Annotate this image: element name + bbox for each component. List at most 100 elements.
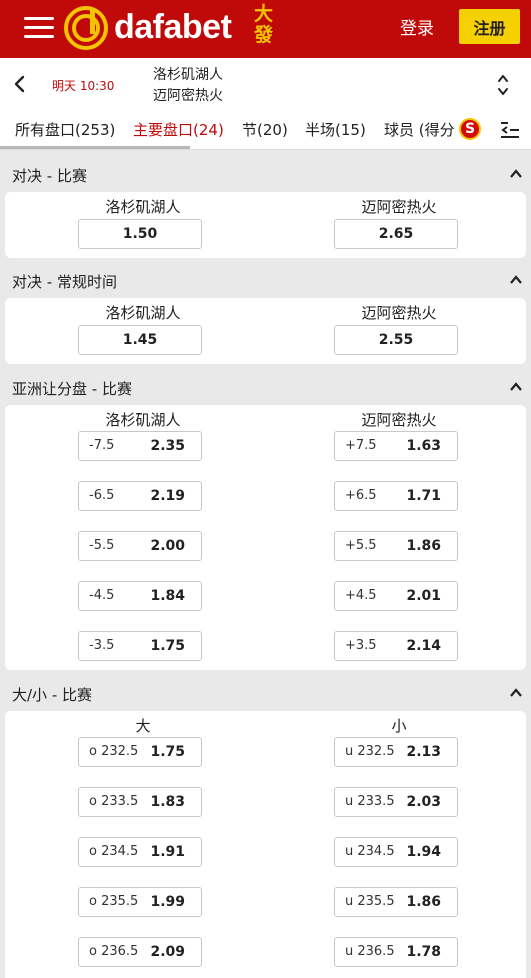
chevron-up-icon[interactable] [509,167,523,181]
special-s-icon[interactable]: S [459,118,481,140]
total-line: o 232.5 [89,744,139,759]
tab-player[interactable]: 球员 (得分 [384,119,455,140]
odds-price: 2.03 [406,794,441,810]
tab-quarters[interactable]: 节(20) [242,119,288,140]
tab-half[interactable]: 半场(15) [305,119,366,140]
section-title: 对决 - 常规时间 [12,273,117,291]
active-tab-indicator [0,146,190,149]
handicap-odds-button[interactable]: -7.5 2.35 [78,431,202,461]
odds-price: 1.63 [406,438,441,454]
over-label: 大 [135,717,151,735]
right-team-label: 迈阿密热火 [361,304,437,322]
chevron-up-icon[interactable] [509,380,523,394]
total-odds-button[interactable]: o 233.5 1.83 [78,787,202,817]
match-switch-icon[interactable] [492,70,514,100]
handicap-odds-button[interactable]: +3.5 2.14 [334,631,458,661]
odds-button[interactable]: 1.50 [78,219,202,249]
handicap-odds-button[interactable]: +5.5 1.86 [334,531,458,561]
section-header-moneyline-match[interactable]: 对决 - 比赛 [0,156,531,192]
odds-price: 1.71 [406,488,441,504]
back-arrow-icon[interactable] [10,72,30,96]
tab-main-markets[interactable]: 主要盘口(24) [133,119,224,140]
odds-price: 1.75 [150,638,185,654]
section-body-handicap: 洛杉矶湖人 迈阿密热火 -7.5 2.35 +7.5 1.63 -6.5 2.1… [5,405,526,670]
total-odds-button[interactable]: u 232.5 2.13 [334,737,458,767]
login-link[interactable]: 登录 [400,14,434,39]
odds-price: 2.14 [406,638,441,654]
total-odds-button[interactable]: o 235.5 1.99 [78,887,202,917]
total-line: u 234.5 [345,844,395,859]
total-line: o 236.5 [89,944,139,959]
sort-icon[interactable] [499,120,521,140]
odds-price: 2.09 [150,944,185,960]
total-line: u 232.5 [345,744,395,759]
handicap-odds-button[interactable]: -4.5 1.84 [78,581,202,611]
chevron-up-icon[interactable] [509,273,523,287]
odds-price: 2.01 [406,588,441,604]
right-team-label: 迈阿密热火 [361,198,437,216]
handicap-odds-button[interactable]: -3.5 1.75 [78,631,202,661]
handicap-line: +4.5 [345,588,377,603]
odds-price: 1.75 [150,744,185,760]
odds-price: 1.94 [406,844,441,860]
match-time: 明天 10:30 [52,79,115,93]
total-line: u 236.5 [345,944,395,959]
handicap-line: -3.5 [89,638,115,653]
odds-button[interactable]: 2.55 [334,325,458,355]
section-header-totals[interactable]: 大/小 - 比赛 [0,675,531,711]
total-line: u 233.5 [345,794,395,809]
handicap-odds-button[interactable]: +4.5 2.01 [334,581,458,611]
section-body-moneyline-regular: 洛杉矶湖人 迈阿密热火 1.45 2.55 [5,298,526,364]
odds-button[interactable]: 2.65 [334,219,458,249]
match-bar: 明天 10:30 洛杉矶湖人 迈阿密热火 [0,58,531,110]
total-odds-button[interactable]: o 232.5 1.75 [78,737,202,767]
total-odds-button[interactable]: u 233.5 2.03 [334,787,458,817]
odds-button[interactable]: 1.45 [78,325,202,355]
handicap-line: -4.5 [89,588,115,603]
handicap-odds-button[interactable]: +7.5 1.63 [334,431,458,461]
odds-price: 2.13 [406,744,441,760]
odds-price: 1.78 [406,944,441,960]
tab-all-markets[interactable]: 所有盘口(253) [15,119,115,140]
right-team-label: 迈阿密热火 [361,411,437,429]
handicap-odds-button[interactable]: -6.5 2.19 [78,481,202,511]
total-line: o 233.5 [89,794,139,809]
section-header-handicap[interactable]: 亚洲让分盘 - 比赛 [0,369,531,405]
left-team-label: 洛杉矶湖人 [105,411,181,429]
away-team-name: 迈阿密热火 [153,88,223,104]
section-body-totals: 大 小 o 232.5 1.75 u 232.5 2.13 o 233.5 1.… [5,711,526,978]
handicap-line: -6.5 [89,488,115,503]
logo-mark-icon [64,6,108,50]
section-title: 对决 - 比赛 [12,167,87,185]
handicap-line: +3.5 [345,638,377,653]
odds-price: 2.35 [150,438,185,454]
total-odds-button[interactable]: u 235.5 1.86 [334,887,458,917]
total-odds-button[interactable]: o 236.5 2.09 [78,937,202,967]
left-team-label: 洛杉矶湖人 [105,198,181,216]
top-header: dafabet 大發 登录 注册 [0,0,531,58]
section-body-moneyline-match: 洛杉矶湖人 迈阿密热火 1.50 2.65 [5,192,526,258]
section-title: 大/小 - 比赛 [12,686,93,704]
register-button[interactable]: 注册 [459,9,520,44]
section-header-moneyline-regular[interactable]: 对决 - 常规时间 [0,262,531,298]
under-label: 小 [391,717,407,735]
total-line: o 234.5 [89,844,139,859]
handicap-odds-button[interactable]: +6.5 1.71 [334,481,458,511]
menu-icon[interactable] [24,14,54,40]
handicap-line: +5.5 [345,538,377,553]
odds-price: 2.00 [150,538,185,554]
odds-price: 1.84 [150,588,185,604]
dafabet-logo[interactable]: dafabet 大發 [62,4,282,52]
handicap-odds-button[interactable]: -5.5 2.00 [78,531,202,561]
total-line: o 235.5 [89,894,139,909]
total-line: u 235.5 [345,894,395,909]
total-odds-button[interactable]: u 234.5 1.94 [334,837,458,867]
odds-price: 1.91 [150,844,185,860]
chevron-up-icon[interactable] [509,686,523,700]
total-odds-button[interactable]: u 236.5 1.78 [334,937,458,967]
left-team-label: 洛杉矶湖人 [105,304,181,322]
odds-price: 1.86 [406,538,441,554]
odds-price: 1.99 [150,894,185,910]
total-odds-button[interactable]: o 234.5 1.91 [78,837,202,867]
odds-price: 1.86 [406,894,441,910]
